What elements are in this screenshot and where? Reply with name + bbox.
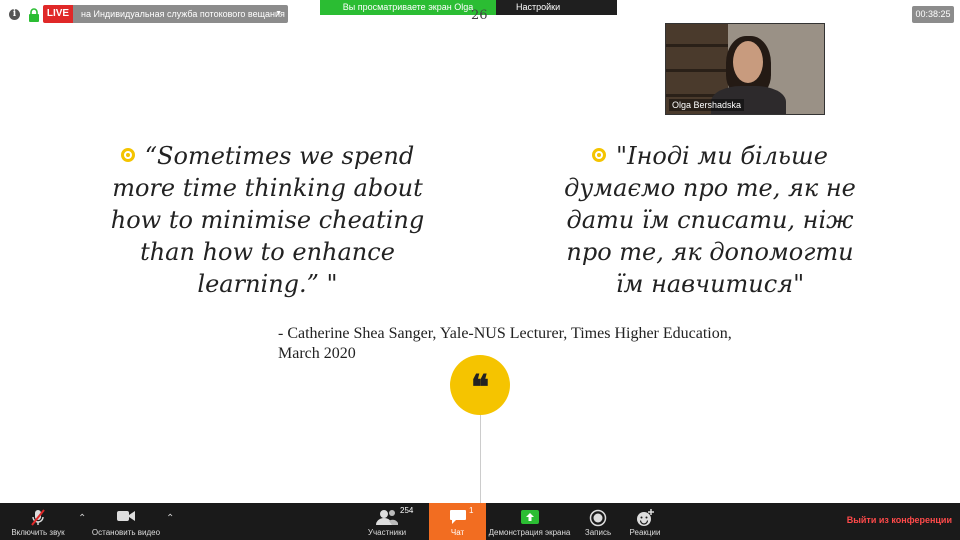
stop-video-label: Остановить видео bbox=[91, 528, 161, 537]
chat-label: Чат bbox=[450, 528, 465, 537]
audio-options-chevron-icon[interactable]: ⌃ bbox=[78, 513, 86, 524]
share-screen-label: Демонстрация экрана bbox=[488, 528, 571, 537]
info-icon[interactable]: i bbox=[9, 9, 20, 20]
quote-mark-icon: ❝ bbox=[450, 355, 510, 415]
view-options-label: Настройки просмотра bbox=[516, 2, 561, 27]
meeting-toolbar: Включить звук ⌃ Остановить видео ⌃ 254 У… bbox=[0, 503, 960, 540]
quote-attribution: - Catherine Shea Sanger, Yale-NUS Lectur… bbox=[278, 325, 732, 362]
live-badge[interactable]: LIVE bbox=[43, 5, 73, 23]
bullet-icon bbox=[120, 148, 135, 162]
chat-bubble-icon bbox=[449, 510, 466, 524]
bullet-icon bbox=[592, 148, 607, 162]
lock-icon[interactable] bbox=[28, 8, 40, 22]
participant-face bbox=[733, 41, 763, 83]
screen-share-status: Вы просматриваете экран Olga Bershadska bbox=[320, 0, 496, 27]
chevron-down-icon: ⌄ bbox=[567, 18, 574, 27]
participant-name-label: Olga Bershadska bbox=[669, 99, 745, 111]
record-button[interactable]: Запись bbox=[578, 503, 618, 540]
stop-video-button[interactable]: Остановить видео bbox=[88, 503, 164, 540]
chevron-down-icon: ▼ bbox=[275, 10, 282, 17]
reactions-label: Реакции bbox=[629, 528, 661, 537]
unmute-button[interactable]: Включить звук bbox=[0, 503, 76, 540]
record-label: Запись bbox=[584, 528, 612, 537]
timeline-divider bbox=[480, 410, 481, 504]
chat-button[interactable]: 1 Чат bbox=[429, 503, 486, 540]
leave-meeting-button[interactable]: Выйти из конференции bbox=[847, 515, 952, 525]
quote-ukrainian: "Іноді ми більше думаємо про те, як не д… bbox=[560, 140, 860, 300]
screen-share-bar: Вы просматриваете экран Olga Bershadska … bbox=[320, 0, 617, 27]
microphone-muted-icon bbox=[31, 509, 45, 526]
participants-button[interactable]: 254 Участники bbox=[362, 503, 414, 540]
unmute-label: Включить звук bbox=[11, 528, 65, 537]
view-options-button[interactable]: Настройки просмотра ⌄ bbox=[496, 0, 617, 27]
participants-label: Участники bbox=[367, 528, 407, 537]
share-screen-icon bbox=[520, 510, 539, 524]
record-icon bbox=[589, 509, 607, 527]
participants-count-badge: 254 bbox=[400, 506, 414, 515]
video-options-chevron-icon[interactable]: ⌃ bbox=[166, 513, 174, 524]
participants-icon bbox=[376, 510, 398, 525]
live-stream-label: на Индивидуальная служба потокового веща… bbox=[81, 9, 285, 19]
live-stream-dropdown[interactable]: на Индивидуальная служба потокового веща… bbox=[73, 5, 288, 23]
reactions-button[interactable]: Реакции bbox=[625, 503, 665, 540]
share-screen-button[interactable]: Демонстрация экрана bbox=[486, 503, 573, 540]
quote-english-text: “Sometimes we spend more time thinking a… bbox=[110, 142, 425, 298]
reactions-emoji-icon bbox=[637, 509, 654, 526]
chat-count-badge: 1 bbox=[469, 506, 474, 515]
video-camera-icon bbox=[117, 511, 135, 521]
participant-video-thumbnail[interactable]: Olga Bershadska bbox=[665, 23, 825, 115]
quote-ukrainian-text: "Іноді ми більше думаємо про те, як не д… bbox=[564, 142, 856, 298]
slide-page-number: 26 bbox=[471, 8, 488, 23]
quote-english: “Sometimes we spend more time thinking a… bbox=[100, 140, 435, 300]
meeting-timer: 00:38:25 bbox=[912, 6, 954, 23]
